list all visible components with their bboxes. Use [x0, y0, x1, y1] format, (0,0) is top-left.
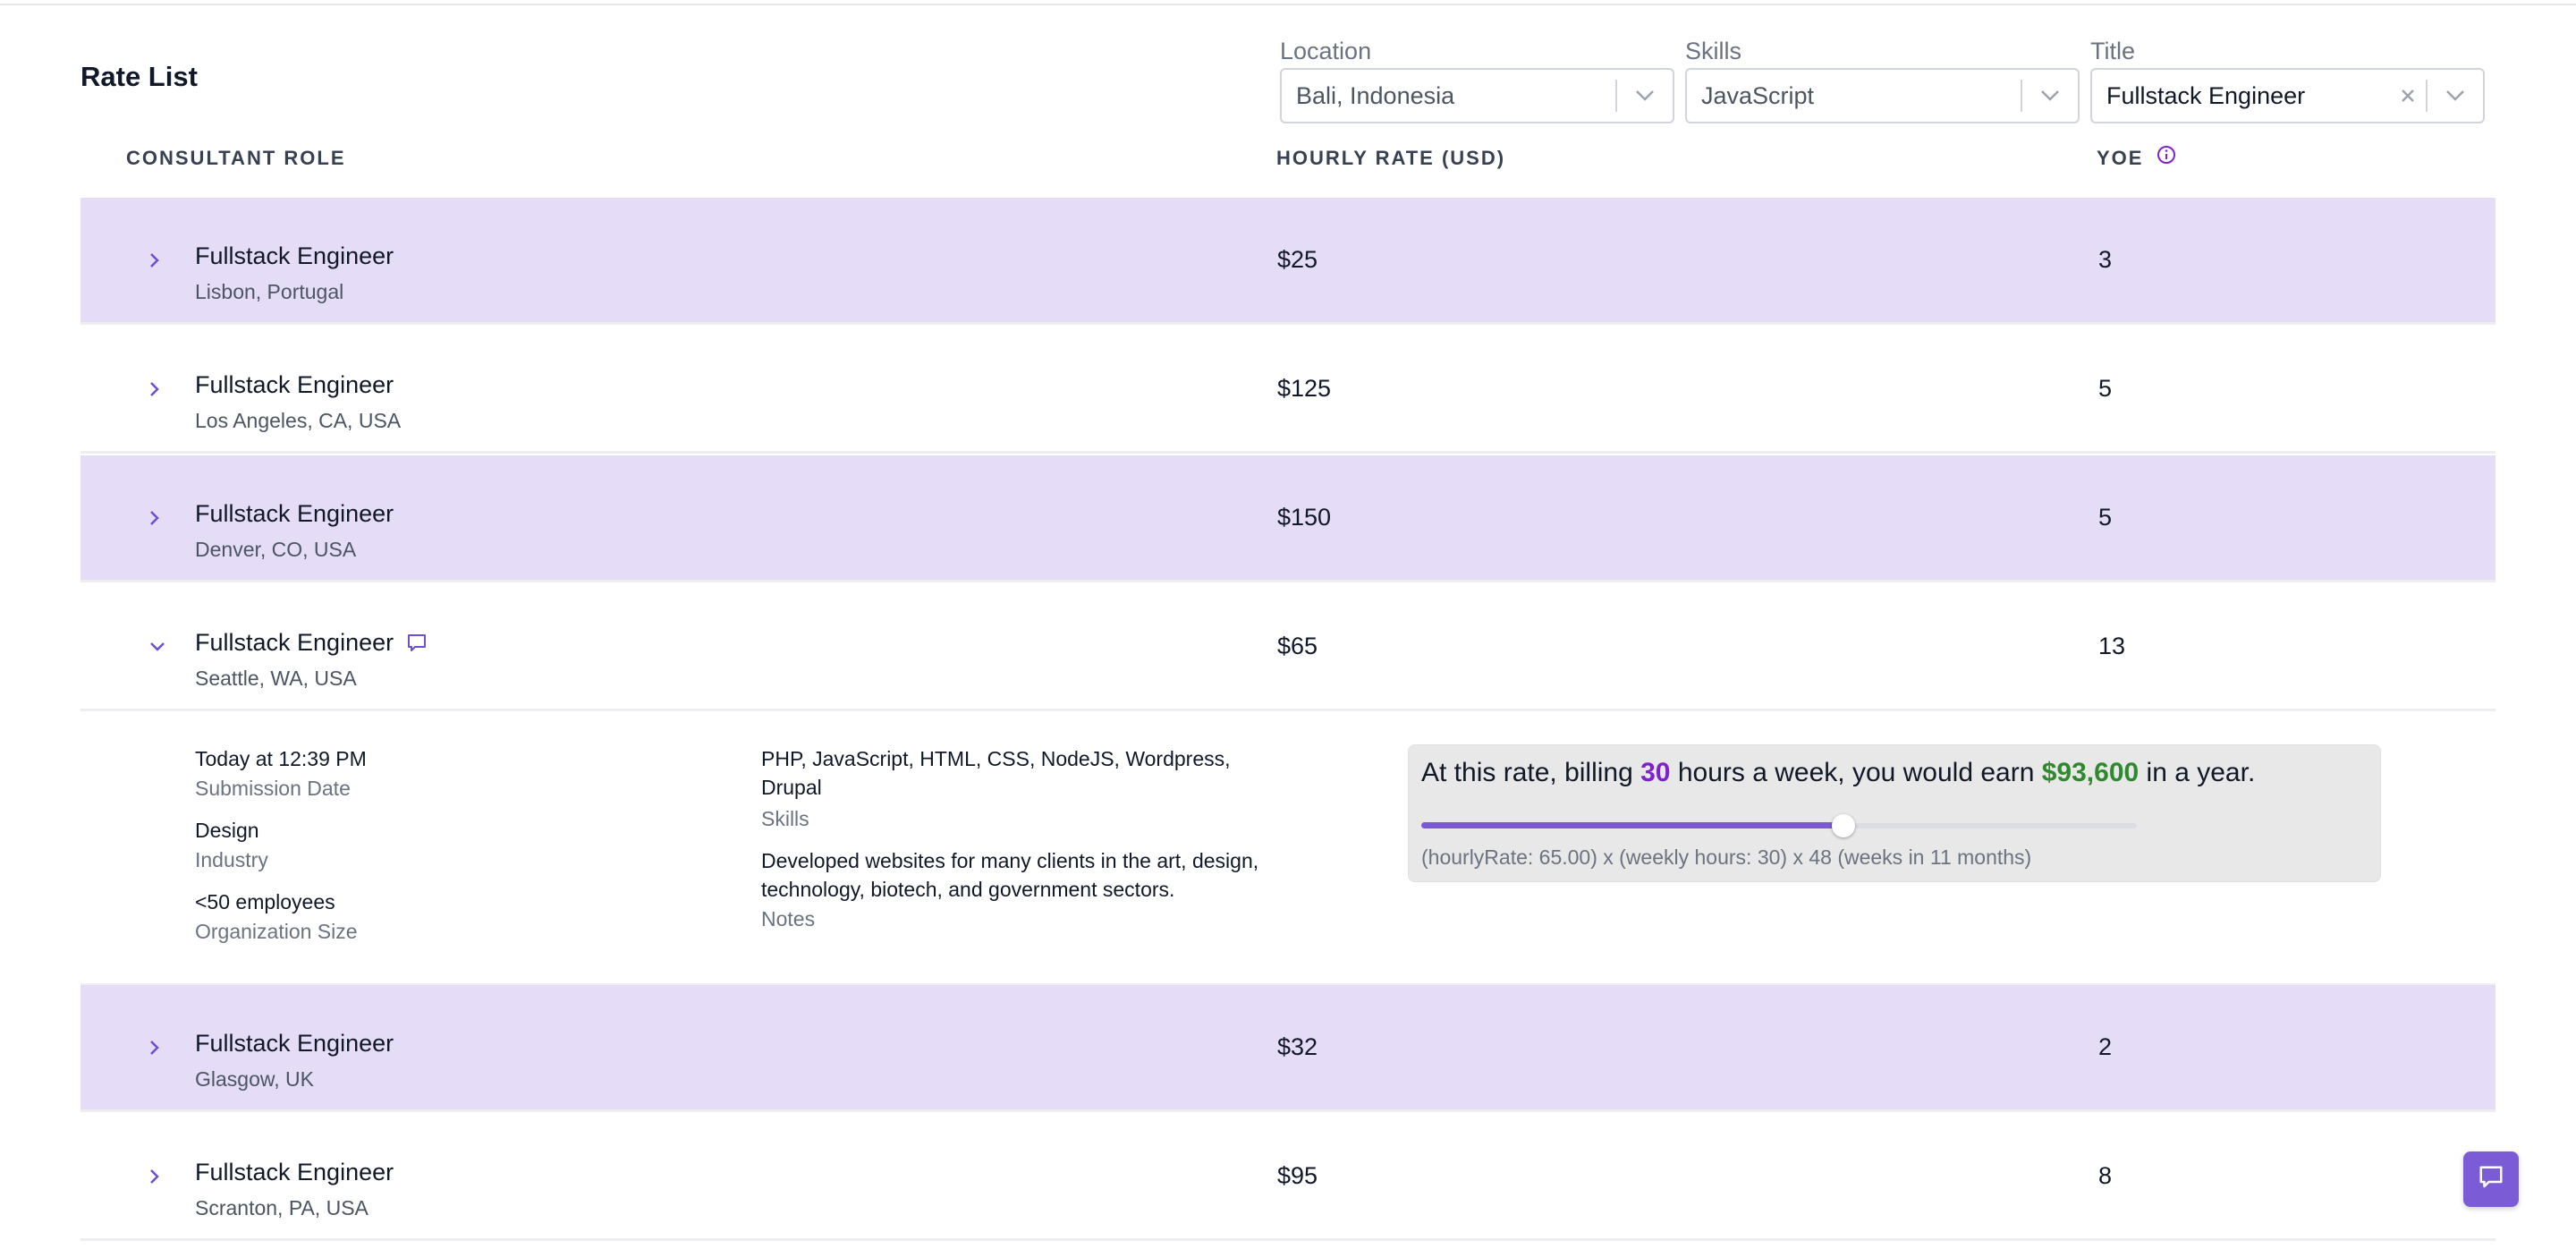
comment-icon[interactable]	[406, 633, 428, 654]
skills-value: PHP, JavaScript, HTML, CSS, NodeJS, Word…	[761, 747, 1231, 799]
role-location: Denver, CO, USA	[195, 538, 357, 561]
hourly-rate: $32	[1277, 1033, 1318, 1060]
chat-button[interactable]	[2463, 1151, 2519, 1207]
chevron-down-icon[interactable]	[1617, 70, 1673, 122]
weekly-hours-slider[interactable]	[1421, 813, 2137, 838]
hourly-rate: $65	[1277, 633, 1318, 659]
role-title: Fullstack Engineer	[195, 1030, 394, 1057]
role-location: Lisbon, Portugal	[195, 280, 344, 303]
table-row-expanded[interactable]: Fullstack Engineer Seattle, WA, USA $65 …	[80, 584, 2496, 711]
hourly-rate: $150	[1277, 504, 1332, 531]
years-of-experience: 5	[2098, 504, 2113, 531]
years-of-experience: 8	[2098, 1162, 2113, 1189]
table-row[interactable]: Fullstack Engineer Denver, CO, USA $150 …	[80, 455, 2496, 582]
industry-label: Industry	[195, 848, 268, 871]
skills-select-value: JavaScript	[1701, 81, 1815, 109]
years-of-experience: 13	[2098, 633, 2126, 659]
hourly-rate: $95	[1277, 1162, 1318, 1189]
top-divider	[0, 0, 2576, 5]
hourly-rate: $125	[1277, 375, 1332, 402]
years-of-experience: 5	[2098, 375, 2113, 402]
skills-label: Skills	[761, 807, 809, 830]
notes-label: Notes	[761, 907, 816, 930]
title-select[interactable]: Fullstack Engineer	[2090, 68, 2485, 123]
chat-icon	[2478, 1164, 2504, 1195]
earnings-formula: (hourlyRate: 65.00) x (weekly hours: 30)…	[1421, 845, 2032, 869]
chevron-down-icon[interactable]	[148, 584, 166, 709]
clear-icon[interactable]	[2390, 78, 2426, 114]
role-title: Fullstack Engineer	[195, 371, 394, 398]
earnings-prefix: At this rate, billing	[1421, 758, 1641, 787]
earnings-suffix: in a year.	[2139, 758, 2256, 787]
submission-date-value: Today at 12:39 PM	[195, 747, 367, 770]
role-location: Scranton, PA, USA	[195, 1196, 369, 1219]
slider-thumb[interactable]	[1832, 814, 1855, 837]
earnings-sentence: At this rate, billing 30 hours a week, y…	[1421, 758, 2255, 788]
years-of-experience: 3	[2098, 246, 2113, 273]
chevron-down-icon[interactable]	[2428, 70, 2483, 122]
location-select[interactable]: Bali, Indonesia	[1280, 68, 1674, 123]
role-title: Fullstack Engineer	[195, 1159, 394, 1185]
page-title: Rate List	[80, 61, 198, 92]
hourly-rate: $25	[1277, 246, 1318, 273]
column-header-yoe-label: YOE	[2097, 147, 2144, 169]
table-row[interactable]: Fullstack Engineer Glasgow, UK $32 2	[80, 985, 2496, 1112]
chevron-right-icon[interactable]	[148, 327, 161, 451]
yearly-earnings: $93,600	[2041, 758, 2140, 787]
earnings-middle: hours a week, you would earn	[1670, 758, 2042, 787]
industry-value: Design	[195, 819, 259, 842]
column-header-rate: HOURLY RATE (USD)	[1276, 147, 1506, 169]
title-filter-label: Title	[2090, 38, 2136, 64]
role-location: Glasgow, UK	[195, 1067, 314, 1091]
role-location: Los Angeles, CA, USA	[195, 409, 402, 432]
info-icon[interactable]	[2157, 145, 2176, 170]
title-select-value: Fullstack Engineer	[2106, 81, 2306, 109]
chevron-right-icon[interactable]	[148, 455, 161, 580]
location-filter-label: Location	[1280, 38, 1372, 64]
chevron-down-icon[interactable]	[2022, 70, 2078, 122]
location-select-value: Bali, Indonesia	[1296, 81, 1455, 109]
chevron-right-icon[interactable]	[148, 985, 161, 1109]
skills-filter: Skills JavaScript	[1685, 36, 2080, 123]
submission-date-label: Submission Date	[195, 777, 351, 800]
earnings-calculator: At this rate, billing 30 hours a week, y…	[1408, 744, 2381, 882]
row-details-panel: Today at 12:39 PM Submission Date Design…	[80, 716, 2496, 986]
title-filter: Title Fullstack Engineer	[2090, 36, 2485, 123]
notes-value: Developed websites for many clients in t…	[761, 849, 1259, 901]
role-title-wrap: Fullstack Engineer	[195, 629, 428, 657]
chevron-right-icon[interactable]	[148, 1114, 161, 1238]
chevron-right-icon[interactable]	[148, 198, 161, 322]
org-size-value: <50 employees	[195, 890, 335, 913]
slider-fill	[1421, 822, 1843, 828]
table-row[interactable]: Fullstack Engineer Lisbon, Portugal $25 …	[80, 198, 2496, 325]
org-size-label: Organization Size	[195, 920, 358, 943]
column-header-role: CONSULTANT ROLE	[126, 147, 346, 169]
role-title: Fullstack Engineer	[195, 242, 394, 269]
role-title: Fullstack Engineer	[195, 629, 394, 656]
column-header-yoe: YOE	[2097, 145, 2176, 170]
role-title: Fullstack Engineer	[195, 500, 394, 527]
role-location: Seattle, WA, USA	[195, 667, 357, 690]
table-row[interactable]: Fullstack Engineer Los Angeles, CA, USA …	[80, 327, 2496, 454]
years-of-experience: 2	[2098, 1033, 2113, 1060]
skills-filter-label: Skills	[1685, 38, 1742, 64]
table-row[interactable]: Fullstack Engineer Scranton, PA, USA $95…	[80, 1114, 2496, 1241]
location-filter: Location Bali, Indonesia	[1280, 36, 1674, 123]
skills-select[interactable]: JavaScript	[1685, 68, 2080, 123]
weekly-hours: 30	[1640, 758, 1671, 787]
